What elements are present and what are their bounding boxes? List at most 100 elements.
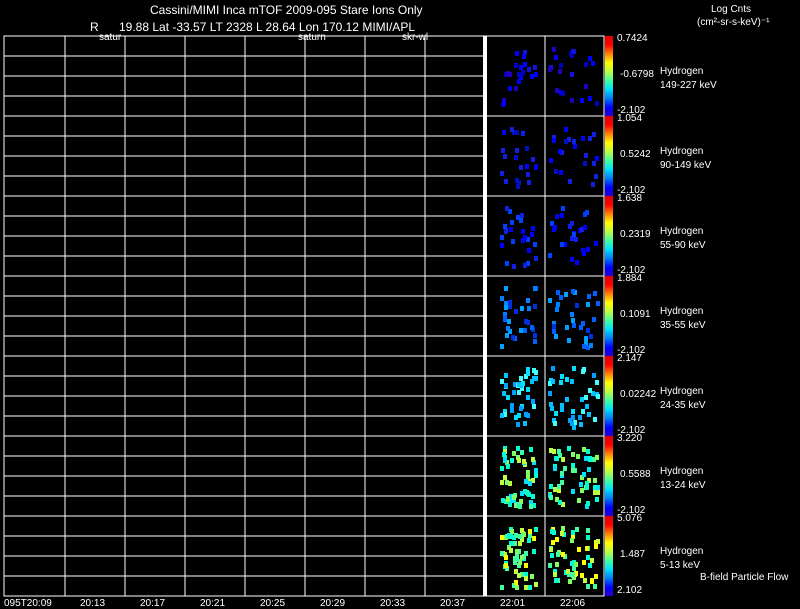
data-pixel xyxy=(548,67,552,72)
data-pixel xyxy=(549,484,553,489)
data-pixel xyxy=(510,127,514,132)
data-pixel xyxy=(590,558,594,563)
data-pixel xyxy=(559,63,563,68)
data-pixel xyxy=(513,541,517,546)
data-pixel xyxy=(548,563,552,568)
data-pixel xyxy=(584,395,588,400)
data-pixel xyxy=(530,574,534,579)
data-pixel xyxy=(516,422,520,427)
time-gap-separator xyxy=(483,36,487,596)
data-pixel xyxy=(572,232,576,237)
data-pixel xyxy=(526,474,530,479)
data-pixel xyxy=(549,495,553,500)
data-pixel xyxy=(528,585,532,590)
colorbar-mid-label: 0.1091 xyxy=(620,309,651,320)
data-pixel xyxy=(527,67,531,72)
data-pixel xyxy=(512,264,516,269)
data-pixel xyxy=(581,136,585,141)
data-pixel xyxy=(549,158,553,163)
colorbar-mid-label: 0.2319 xyxy=(620,229,651,240)
data-pixel xyxy=(583,225,587,230)
panel-species-label: Hydrogen xyxy=(660,546,704,557)
data-pixel xyxy=(524,576,528,581)
data-pixel xyxy=(533,242,537,247)
data-pixel xyxy=(520,555,524,560)
data-pixel xyxy=(509,548,513,553)
data-pixel xyxy=(558,500,562,505)
data-pixel xyxy=(570,538,574,543)
data-pixel xyxy=(526,387,530,392)
x-tick-label: 22:01 xyxy=(500,598,526,609)
data-pixel xyxy=(592,373,596,378)
data-pixel xyxy=(560,213,564,218)
data-pixel xyxy=(500,585,504,590)
data-pixel xyxy=(549,547,553,552)
data-pixel xyxy=(522,459,526,464)
data-pixel xyxy=(553,421,557,426)
data-pixel xyxy=(570,312,574,317)
data-pixel xyxy=(533,304,537,309)
data-pixel xyxy=(512,495,516,500)
data-pixel xyxy=(593,417,597,422)
x-tick-label: 095T20:09 xyxy=(4,598,52,609)
data-pixel xyxy=(524,563,528,568)
data-pixel xyxy=(592,317,596,322)
data-pixel xyxy=(519,165,523,170)
data-pixel xyxy=(500,535,504,540)
data-pixel xyxy=(580,98,584,103)
data-pixel xyxy=(588,456,592,461)
data-pixel xyxy=(595,497,599,502)
data-pixel xyxy=(516,502,520,507)
colorbar xyxy=(605,116,613,196)
data-pixel xyxy=(589,334,593,339)
data-pixel xyxy=(582,367,586,372)
data-pixel xyxy=(502,452,506,457)
data-pixel xyxy=(573,468,577,473)
data-pixel xyxy=(591,61,595,66)
data-pixel xyxy=(504,383,508,388)
data-pixel xyxy=(515,585,519,590)
colorbar-min-label: 2.102 xyxy=(617,585,643,596)
data-pixel xyxy=(532,368,536,373)
data-pixel xyxy=(527,306,531,311)
data-pixel xyxy=(517,573,521,578)
data-pixel xyxy=(514,580,518,585)
data-pixel xyxy=(586,535,590,540)
data-pixel xyxy=(519,406,523,411)
data-pixel xyxy=(589,343,593,348)
data-pixel xyxy=(554,169,558,174)
data-pixel xyxy=(570,221,574,226)
data-pixel xyxy=(521,381,525,386)
data-pixel xyxy=(526,172,530,177)
data-pixel xyxy=(533,65,537,70)
data-pixel xyxy=(512,451,516,456)
data-pixel xyxy=(514,155,518,160)
data-pixel xyxy=(552,329,556,334)
colorbar-max-label: 1.884 xyxy=(617,273,643,284)
data-pixel xyxy=(534,256,538,261)
panel-energy-label: 13-24 keV xyxy=(660,480,706,491)
x-tick-label: 20:13 xyxy=(80,598,106,609)
data-pixel xyxy=(500,551,504,556)
colorbar-mid-label: 0.02242 xyxy=(620,389,657,400)
data-pixel xyxy=(572,323,576,328)
data-pixel xyxy=(558,69,562,74)
data-pixel xyxy=(588,96,592,101)
data-pixel xyxy=(593,291,597,296)
data-pixel xyxy=(506,497,510,502)
data-pixel xyxy=(571,572,575,577)
data-pixel xyxy=(527,180,531,185)
colorbar xyxy=(605,356,613,436)
data-pixel xyxy=(530,74,534,79)
data-pixel xyxy=(586,584,590,589)
data-pixel xyxy=(506,395,510,400)
data-pixel xyxy=(532,549,536,554)
data-pixel xyxy=(526,395,530,400)
data-pixel xyxy=(563,466,567,471)
data-pixel xyxy=(500,296,504,301)
data-pixel xyxy=(595,101,599,106)
data-pixel xyxy=(556,552,560,557)
data-pixel xyxy=(520,213,524,218)
data-pixel xyxy=(527,248,531,253)
data-pixel xyxy=(511,239,515,244)
